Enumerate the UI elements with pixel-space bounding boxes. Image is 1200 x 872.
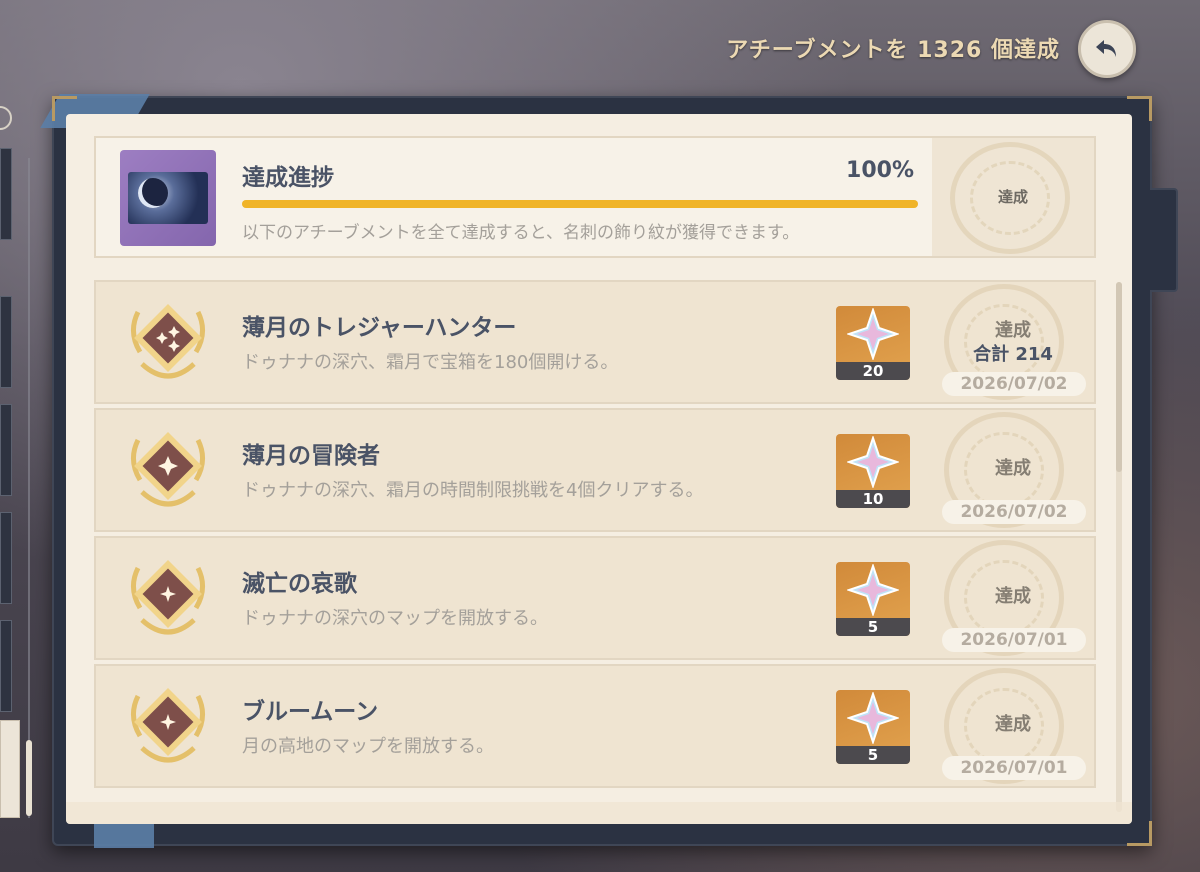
primogem-icon bbox=[847, 564, 899, 616]
achievement-list: 薄月のトレジャーハンター ドゥナナの深穴、霜月で宝箱を180個開ける。 20 達… bbox=[94, 280, 1096, 792]
completion-area: 達成 2026/07/01 bbox=[932, 538, 1094, 658]
sidebar-scroll-track bbox=[28, 158, 30, 818]
list-scroll-thumb[interactable] bbox=[1116, 282, 1122, 472]
namecard-preview[interactable] bbox=[120, 150, 216, 246]
back-arrow-icon bbox=[1096, 40, 1116, 57]
primogem-icon bbox=[847, 692, 899, 744]
achievement-state: 達成 bbox=[995, 714, 1031, 735]
primogem-icon bbox=[847, 436, 899, 488]
achievement-state: 達成 bbox=[995, 320, 1031, 341]
summary-progress-bar bbox=[242, 200, 918, 208]
completion-date: 2026/07/02 bbox=[942, 500, 1086, 524]
completion-date: 2026/07/01 bbox=[942, 756, 1086, 780]
sidebar-tab[interactable] bbox=[0, 296, 12, 388]
book-side-tab bbox=[1150, 188, 1178, 292]
achievement-badge-icon bbox=[131, 560, 205, 635]
achievement-description: 月の高地のマップを開放する。 bbox=[242, 736, 494, 757]
sidebar-tab[interactable] bbox=[0, 404, 12, 496]
achievement-badge-icon bbox=[131, 304, 205, 379]
back-button[interactable] bbox=[1078, 20, 1136, 78]
achievement-page: 達成進捗 100% 以下のアチーブメントを全て達成すると、名刺の飾り紋が獲得でき… bbox=[66, 114, 1132, 824]
reward-item[interactable]: 5 bbox=[836, 690, 910, 764]
completion-area: 達成 2026/07/01 bbox=[932, 666, 1094, 786]
reward-count: 10 bbox=[836, 490, 910, 508]
reward-count: 5 bbox=[836, 618, 910, 636]
achievement-row[interactable]: ブルームーン 月の高地のマップを開放する。 5 達成 2026/07/01 bbox=[94, 664, 1096, 788]
primogem-icon bbox=[847, 308, 899, 360]
achievement-title: ブルームーン bbox=[242, 699, 379, 725]
achievement-title: 滅亡の哀歌 bbox=[242, 571, 357, 597]
achievement-state: 達成 bbox=[995, 586, 1031, 607]
completion-area: 達成 合計 214 2026/07/02 bbox=[932, 282, 1094, 402]
achievement-total: 合計 214 bbox=[973, 344, 1053, 365]
achievement-description: ドゥナナの深穴、霜月の時間制限挑戦を4個クリアする。 bbox=[242, 480, 704, 501]
achievement-row[interactable]: 薄月のトレジャーハンター ドゥナナの深穴、霜月で宝箱を180個開ける。 20 達… bbox=[94, 280, 1096, 404]
sidebar-tab[interactable] bbox=[0, 512, 12, 604]
achievement-title: 薄月の冒険者 bbox=[242, 443, 380, 469]
moon-icon bbox=[138, 178, 168, 208]
list-scrollbar[interactable] bbox=[1116, 282, 1122, 812]
category-sidebar bbox=[0, 100, 48, 840]
summary-state: 達成 bbox=[997, 188, 1028, 206]
completion-date: 2026/07/02 bbox=[942, 372, 1086, 396]
sidebar-tab[interactable] bbox=[0, 620, 12, 712]
achievement-badge-icon bbox=[131, 688, 205, 763]
completion-date: 2026/07/01 bbox=[942, 628, 1086, 652]
sidebar-tab[interactable] bbox=[0, 148, 12, 240]
completion-area: 達成 2026/07/02 bbox=[932, 410, 1094, 530]
corner-ornament bbox=[1127, 821, 1152, 846]
achievement-row[interactable]: 滅亡の哀歌 ドゥナナの深穴のマップを開放する。 5 達成 2026/07/01 bbox=[94, 536, 1096, 660]
reward-count: 5 bbox=[836, 746, 910, 764]
reward-item[interactable]: 5 bbox=[836, 562, 910, 636]
achievement-state: 達成 bbox=[995, 458, 1031, 479]
reward-count: 20 bbox=[836, 362, 910, 380]
summary-title: 達成進捗 bbox=[242, 165, 334, 191]
namecard-image bbox=[128, 172, 208, 224]
summary-progress-fill bbox=[242, 200, 918, 208]
sidebar-tab-selected[interactable] bbox=[0, 720, 20, 818]
sidebar-scroll-thumb[interactable] bbox=[26, 740, 32, 816]
list-bottom-fade bbox=[66, 802, 1132, 824]
summary-percent: 100% bbox=[846, 158, 914, 183]
achievement-description: ドゥナナの深穴のマップを開放する。 bbox=[242, 608, 548, 629]
summary-description: 以下のアチーブメントを全て達成すると、名刺の飾り紋が獲得できます。 bbox=[242, 223, 800, 243]
achievement-description: ドゥナナの深穴、霜月で宝箱を180個開ける。 bbox=[242, 352, 619, 373]
reward-item[interactable]: 20 bbox=[836, 306, 910, 380]
achievement-title: 薄月のトレジャーハンター bbox=[242, 315, 517, 341]
achievement-summary-card: 達成進捗 100% 以下のアチーブメントを全て達成すると、名刺の飾り紋が獲得でき… bbox=[94, 136, 1096, 258]
sidebar-ring-icon bbox=[0, 106, 12, 130]
reward-item[interactable]: 10 bbox=[836, 434, 910, 508]
summary-stamp-area: 達成 bbox=[932, 138, 1094, 256]
achievement-row[interactable]: 薄月の冒険者 ドゥナナの深穴、霜月の時間制限挑戦を4個クリアする。 10 達成 … bbox=[94, 408, 1096, 532]
achievement-total-count: アチーブメントを 1326 個達成 bbox=[726, 38, 1060, 63]
achievement-badge-icon bbox=[131, 432, 205, 507]
